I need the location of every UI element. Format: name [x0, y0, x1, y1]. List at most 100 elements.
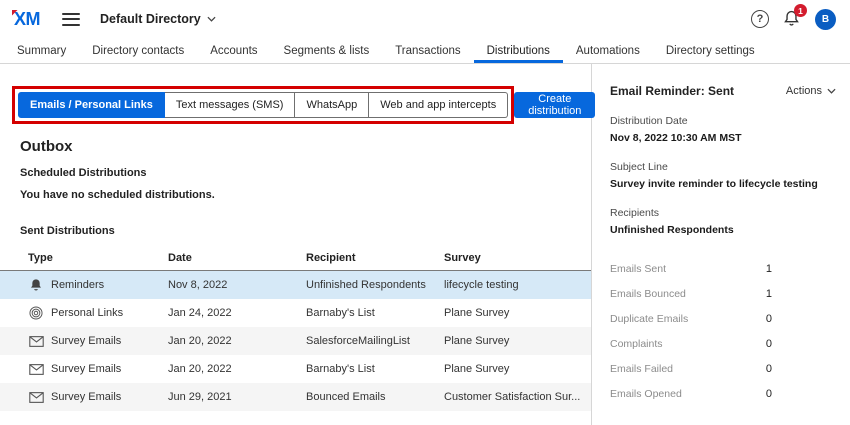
- row-date: Jun 29, 2021: [168, 391, 306, 403]
- field-value-subject-line: Survey invite reminder to lifecycle test…: [610, 178, 836, 190]
- notifications-button[interactable]: 1: [783, 10, 801, 28]
- help-glyph: ?: [757, 13, 764, 25]
- field-value-distribution-date: Nov 8, 2022 10:30 AM MST: [610, 132, 836, 144]
- row-recipient: SalesforceMailingList: [306, 335, 444, 347]
- column-header-recipient: Recipient: [306, 252, 444, 264]
- avatar[interactable]: B: [815, 9, 836, 30]
- tab-segments-lists[interactable]: Segments & lists: [271, 38, 383, 63]
- chevron-down-icon: [827, 88, 836, 94]
- help-icon[interactable]: ?: [751, 10, 769, 28]
- create-distribution-button[interactable]: Create distribution: [514, 92, 595, 118]
- row-survey: Plane Survey: [444, 363, 591, 375]
- stat-duplicate-emails: Duplicate Emails 0: [610, 306, 772, 331]
- hamburger-menu-icon[interactable]: [62, 13, 80, 26]
- stat-value: 0: [766, 338, 772, 350]
- channel-tab-group: Emails / Personal Links Text messages (S…: [18, 92, 508, 118]
- tab-directory-contacts[interactable]: Directory contacts: [79, 38, 197, 63]
- stat-label: Complaints: [610, 338, 663, 350]
- channel-tab-web-app-intercepts[interactable]: Web and app intercepts: [369, 92, 508, 118]
- table-header-row: Type Date Recipient Survey: [0, 245, 591, 271]
- details-title: Email Reminder: Sent: [610, 84, 734, 98]
- stat-value: 0: [766, 363, 772, 375]
- row-date: Jan 20, 2022: [168, 335, 306, 347]
- row-survey: Plane Survey: [444, 307, 591, 319]
- channel-tab-whatsapp[interactable]: WhatsApp: [295, 92, 369, 118]
- envelope-icon: [28, 364, 44, 375]
- table-row[interactable]: Survey Emails Jan 20, 2022 SalesforceMai…: [0, 327, 591, 355]
- table-row[interactable]: Reminders Nov 8, 2022 Unfinished Respond…: [0, 271, 591, 299]
- tab-directory-settings[interactable]: Directory settings: [653, 38, 768, 63]
- distribution-details-panel: Email Reminder: Sent Actions Distributio…: [592, 64, 850, 425]
- row-type: Survey Emails: [51, 363, 121, 375]
- stat-complaints: Complaints 0: [610, 331, 772, 356]
- envelope-icon: [28, 392, 44, 403]
- xm-logo: XM: [14, 9, 40, 30]
- distributions-pane: Emails / Personal Links Text messages (S…: [0, 64, 592, 425]
- field-label-distribution-date: Distribution Date: [610, 115, 836, 127]
- sent-distributions-heading: Sent Distributions: [20, 225, 591, 237]
- stat-value: 0: [766, 388, 772, 400]
- chevron-down-icon: [207, 16, 216, 22]
- top-bar: XM Default Directory ? 1 B: [0, 0, 850, 38]
- avatar-initial: B: [822, 14, 829, 25]
- primary-nav: Summary Directory contacts Accounts Segm…: [0, 38, 850, 64]
- column-header-type: Type: [28, 252, 168, 264]
- row-date: Jan 20, 2022: [168, 363, 306, 375]
- row-type: Personal Links: [51, 307, 123, 319]
- stat-label: Emails Bounced: [610, 288, 686, 300]
- tab-distributions[interactable]: Distributions: [474, 38, 563, 63]
- outbox-title: Outbox: [20, 138, 591, 155]
- row-type: Survey Emails: [51, 335, 121, 347]
- row-recipient: Barnaby's List: [306, 307, 444, 319]
- field-label-subject-line: Subject Line: [610, 161, 836, 173]
- field-value-recipients: Unfinished Respondents: [610, 224, 836, 236]
- red-annotation-box: Emails / Personal Links Text messages (S…: [12, 86, 514, 124]
- stat-emails-sent: Emails Sent 1: [610, 256, 772, 281]
- channel-tab-sms[interactable]: Text messages (SMS): [165, 92, 296, 118]
- field-label-recipients: Recipients: [610, 207, 836, 219]
- notification-badge: 1: [794, 4, 807, 17]
- directory-selector[interactable]: Default Directory: [100, 12, 216, 26]
- outbox-section: Outbox Scheduled Distributions You have …: [0, 138, 591, 411]
- stat-value: 1: [766, 288, 772, 300]
- tab-accounts[interactable]: Accounts: [197, 38, 270, 63]
- row-date: Jan 24, 2022: [168, 307, 306, 319]
- directory-selector-label: Default Directory: [100, 12, 201, 26]
- actions-dropdown[interactable]: Actions: [786, 85, 836, 97]
- row-survey: lifecycle testing: [444, 279, 591, 291]
- personal-links-icon: [28, 306, 44, 320]
- stat-emails-bounced: Emails Bounced 1: [610, 281, 772, 306]
- row-recipient: Barnaby's List: [306, 363, 444, 375]
- stat-label: Emails Opened: [610, 388, 682, 400]
- table-row[interactable]: Personal Links Jan 24, 2022 Barnaby's Li…: [0, 299, 591, 327]
- row-date: Nov 8, 2022: [168, 279, 306, 291]
- tab-transactions[interactable]: Transactions: [382, 38, 473, 63]
- row-type: Survey Emails: [51, 391, 121, 403]
- table-row[interactable]: Survey Emails Jun 29, 2021 Bounced Email…: [0, 383, 591, 411]
- channel-toolbar: Emails / Personal Links Text messages (S…: [0, 64, 591, 124]
- email-stats-list: Emails Sent 1 Emails Bounced 1 Duplicate…: [610, 256, 772, 406]
- row-type: Reminders: [51, 279, 104, 291]
- row-survey: Customer Satisfaction Sur...: [444, 391, 591, 403]
- channel-tab-emails-personal-links[interactable]: Emails / Personal Links: [18, 92, 165, 118]
- actions-label: Actions: [786, 85, 822, 97]
- stat-value: 1: [766, 263, 772, 275]
- stat-emails-failed: Emails Failed 0: [610, 356, 772, 381]
- sent-distributions-table: Type Date Recipient Survey Reminders Nov…: [0, 245, 591, 411]
- table-row[interactable]: Survey Emails Jan 20, 2022 Barnaby's Lis…: [0, 355, 591, 383]
- stat-label: Emails Sent: [610, 263, 666, 275]
- row-survey: Plane Survey: [444, 335, 591, 347]
- tab-automations[interactable]: Automations: [563, 38, 653, 63]
- stat-value: 0: [766, 313, 772, 325]
- column-header-survey: Survey: [444, 252, 591, 264]
- stat-label: Emails Failed: [610, 363, 673, 375]
- row-recipient: Unfinished Respondents: [306, 279, 444, 291]
- envelope-icon: [28, 336, 44, 347]
- scheduled-empty-text: You have no scheduled distributions.: [20, 189, 591, 201]
- stat-emails-opened: Emails Opened 0: [610, 381, 772, 406]
- column-header-date: Date: [168, 252, 306, 264]
- tab-summary[interactable]: Summary: [4, 38, 79, 63]
- scheduled-distributions-heading: Scheduled Distributions: [20, 167, 591, 179]
- bell-icon: [28, 278, 44, 292]
- row-recipient: Bounced Emails: [306, 391, 444, 403]
